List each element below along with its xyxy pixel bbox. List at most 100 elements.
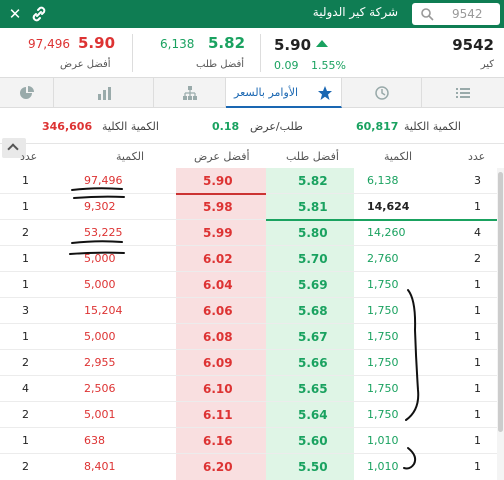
table-row[interactable]: 2 5,001 6.11 5.64 1,750 1 — [0, 402, 504, 428]
best-bid-marker — [266, 219, 504, 221]
tab-bar: الأوامر بالسعر — [0, 78, 504, 108]
table-row[interactable]: 2 8,401 6.20 5.50 1,010 1 — [0, 454, 504, 480]
ask-quantity: 5,001 — [84, 408, 116, 421]
tab-orders-by-price-label: الأوامر بالسعر — [234, 86, 299, 99]
table-row[interactable]: 2 2,955 6.09 5.66 1,750 1 — [0, 350, 504, 376]
ask-price: 6.04 — [203, 278, 233, 292]
close-icon[interactable]: ✕ — [6, 4, 24, 24]
bid-price: 5.70 — [298, 252, 328, 266]
bid-count: 3 — [474, 174, 481, 187]
header-ask-quantity: الكمية — [116, 150, 145, 163]
ask-quantity: 97,496 — [84, 174, 123, 187]
best-ask-marker — [176, 193, 266, 195]
tab-history[interactable] — [342, 78, 422, 108]
scroll-thumb[interactable] — [498, 172, 503, 432]
best-bid-quantity: 6,138 — [160, 37, 195, 51]
bid-count: 1 — [474, 408, 481, 421]
table-row[interactable]: 4 2,506 6.10 5.65 1,750 1 — [0, 376, 504, 402]
ask-price: 6.06 — [203, 304, 233, 318]
quote-panel: 97,496 5.90 أفضل عرض 6,138 5.82 أفضل طلب… — [0, 28, 504, 78]
bid-count: 1 — [474, 304, 481, 317]
symbol-code: 9542 — [452, 36, 494, 54]
ask-quantity: 53,225 — [84, 226, 123, 239]
ask-price: 6.11 — [203, 408, 233, 422]
ask-count: 2 — [22, 460, 29, 473]
bid-count: 1 — [474, 278, 481, 291]
best-bid-label: أفضل طلب — [196, 59, 245, 70]
ask-count: 1 — [22, 200, 29, 213]
bid-count: 1 — [474, 460, 481, 473]
header-bid-count: عدد — [468, 150, 486, 163]
tab-other[interactable] — [0, 78, 54, 108]
bid-count: 1 — [474, 356, 481, 369]
ask-count: 1 — [22, 278, 29, 291]
price-change: 0.09 — [274, 59, 299, 72]
bid-price: 5.81 — [298, 200, 328, 214]
tab-orders-by-price[interactable]: الأوامر بالسعر — [226, 78, 342, 108]
ask-quantity: 638 — [84, 434, 105, 447]
ask-count: 3 — [22, 304, 29, 317]
total-ask-quantity: 346,606 — [42, 120, 93, 133]
bid-quantity: 14,624 — [367, 200, 410, 213]
ask-quantity: 9,302 — [84, 200, 116, 213]
bid-count: 1 — [474, 200, 481, 213]
symbol-search-input[interactable]: 9542 — [412, 3, 500, 25]
scrollbar[interactable] — [497, 168, 504, 480]
table-row[interactable]: 3 15,204 6.06 5.68 1,750 1 — [0, 298, 504, 324]
bid-quantity: 1,750 — [367, 304, 399, 317]
search-value: 9542 — [452, 7, 483, 21]
ask-price: 6.09 — [203, 356, 233, 370]
ask-count: 2 — [22, 408, 29, 421]
bid-price: 5.60 — [298, 434, 328, 448]
divider — [260, 34, 261, 72]
ask-price: 6.02 — [203, 252, 233, 266]
total-bid-quantity: 60,817 — [356, 120, 399, 133]
ask-quantity: 15,204 — [84, 304, 123, 317]
ask-price: 6.08 — [203, 330, 233, 344]
ask-count: 1 — [22, 330, 29, 343]
bid-quantity: 1,750 — [367, 408, 399, 421]
bid-price: 5.69 — [298, 278, 328, 292]
ask-price: 6.16 — [203, 434, 233, 448]
bid-price: 5.82 — [298, 174, 328, 188]
bid-price: 5.66 — [298, 356, 328, 370]
tab-hierarchy[interactable] — [154, 78, 226, 108]
link-icon[interactable] — [30, 4, 48, 24]
bid-quantity: 2,760 — [367, 252, 399, 265]
bid-price: 5.50 — [298, 460, 328, 474]
tab-chart[interactable] — [54, 78, 154, 108]
bid-quantity: 1,010 — [367, 460, 399, 473]
ask-price: 6.10 — [203, 382, 233, 396]
best-bid-price: 5.82 — [208, 34, 246, 52]
table-row[interactable]: 1 97,496 5.90 5.82 6,138 3 — [0, 168, 504, 194]
bid-quantity: 14,260 — [367, 226, 406, 239]
best-ask-quantity: 97,496 — [28, 37, 70, 51]
table-row[interactable]: 1 5,000 6.08 5.67 1,750 1 — [0, 324, 504, 350]
table-row[interactable]: 1 5,000 6.04 5.69 1,750 1 — [0, 272, 504, 298]
list-icon — [456, 88, 470, 98]
bid-quantity: 1,750 — [367, 330, 399, 343]
ask-quantity: 2,506 — [84, 382, 116, 395]
bid-price: 5.64 — [298, 408, 328, 422]
best-ask-price: 5.90 — [78, 34, 116, 52]
tab-list[interactable] — [422, 78, 504, 108]
ask-quantity: 2,955 — [84, 356, 116, 369]
bid-price: 5.68 — [298, 304, 328, 318]
ask-price: 6.20 — [203, 460, 233, 474]
bid-quantity: 6,138 — [367, 174, 399, 187]
ask-count: 2 — [22, 356, 29, 369]
top-bar: ✕ شركة كير الدولية 9542 — [0, 0, 504, 28]
table-row[interactable]: 1 638 6.16 5.60 1,010 1 — [0, 428, 504, 454]
table-row[interactable]: 2 53,225 5.99 5.80 14,260 4 — [0, 220, 504, 246]
ask-count: 1 — [22, 252, 29, 265]
header-ask-count: عدد — [20, 150, 38, 163]
ask-count: 2 — [22, 226, 29, 239]
table-row[interactable]: 1 5,000 6.02 5.70 2,760 2 — [0, 246, 504, 272]
search-icon — [421, 8, 434, 21]
table-row[interactable]: 1 9,302 5.98 5.81 14,624 1 — [0, 194, 504, 220]
ask-count: 4 — [22, 382, 29, 395]
star-icon — [318, 86, 332, 100]
bid-price: 5.67 — [298, 330, 328, 344]
pie-icon — [20, 86, 34, 99]
bid-ask-ratio: 0.18 — [212, 120, 240, 133]
